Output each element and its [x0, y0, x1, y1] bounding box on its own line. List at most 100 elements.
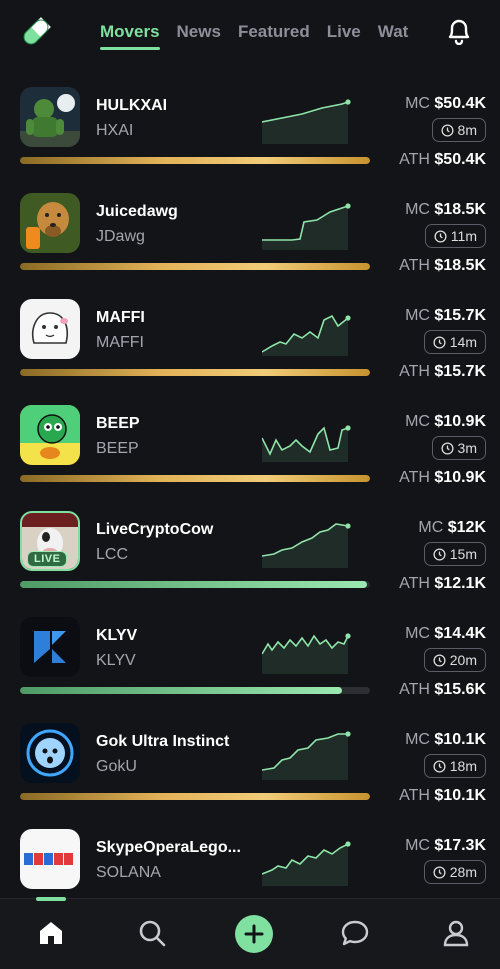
nav-home[interactable]: [33, 915, 69, 951]
all-time-high: ATH $15.7K: [399, 363, 486, 380]
all-time-high: ATH $10.1K: [399, 787, 486, 804]
market-cap: MC $15.7K: [405, 307, 486, 324]
clock-icon: [433, 335, 446, 349]
coin-ticker: JDawg: [96, 228, 145, 245]
nav-search[interactable]: [134, 915, 170, 951]
list-item[interactable]: HULKXAI HXAI MC $50.4K 8m ATH $50.4K: [0, 80, 500, 186]
list-item[interactable]: MAFFI MAFFI MC $15.7K 14m ATH $15.7K: [0, 292, 500, 398]
tab-news[interactable]: News: [177, 22, 221, 52]
progress-fill: [20, 263, 370, 270]
sparkline-chart: [262, 203, 351, 250]
age-badge: 28m: [423, 860, 486, 884]
clock-icon: [433, 547, 446, 561]
market-cap: MC $14.4K: [405, 625, 486, 642]
sparkline-chart: [262, 731, 351, 780]
sparkline-end-dot: [345, 315, 351, 321]
coin-name: BEEP: [96, 415, 140, 432]
age-badge: 14m: [423, 330, 486, 354]
sparkline-chart: [262, 633, 351, 674]
list-item[interactable]: Juicedawg JDawg MC $18.5K 11m ATH $18.5K: [0, 186, 500, 292]
age-badge: 20m: [423, 648, 486, 672]
coin-avatar: [20, 193, 80, 253]
sparkline-chart: [262, 314, 351, 356]
profile-icon: [443, 920, 469, 947]
coin-name: KLYV: [96, 627, 138, 644]
sparkline-area: [262, 524, 348, 568]
active-nav-indicator: [36, 897, 66, 901]
market-cap: MC $12K: [418, 519, 486, 536]
all-time-high: ATH $15.6K: [399, 681, 486, 698]
age-badge: 8m: [431, 118, 486, 142]
coin-name: HULKXAI: [96, 97, 168, 114]
sparkline-area: [262, 844, 348, 886]
age-badge: 18m: [423, 754, 486, 778]
progress-fill: [20, 581, 367, 588]
bonding-progress-bar: [20, 793, 370, 800]
coin-ticker: MAFFI: [96, 334, 144, 351]
clock-icon: [433, 865, 446, 879]
sparkline-area: [262, 428, 348, 462]
bonding-progress-bar: [20, 581, 370, 588]
age-badge: 15m: [423, 542, 486, 566]
list-item[interactable]: LIVE LiveCryptoCow LCC MC $12K 15m ATH $…: [0, 504, 500, 610]
bonding-progress-bar: [20, 263, 370, 270]
coin-avatar: [20, 405, 80, 465]
sparkline-end-dot: [345, 425, 351, 431]
age-badge: 11m: [424, 224, 486, 248]
list-item[interactable]: KLYV KLYV MC $14.4K 20m ATH $15.6K: [0, 610, 500, 716]
sparkline-area: [262, 734, 348, 780]
coin-name: LiveCryptoCow: [96, 521, 214, 538]
feed-tabs: Movers News Featured Live Wat: [100, 22, 420, 52]
progress-fill: [20, 369, 370, 376]
sparkline-end-dot: [345, 523, 351, 529]
sparkline-chart: [262, 841, 351, 886]
tab-movers[interactable]: Movers: [100, 22, 160, 52]
sparkline-chart: [262, 523, 351, 568]
market-cap: MC $10.9K: [405, 413, 486, 430]
bell-icon[interactable]: [446, 17, 472, 45]
sparkline-end-dot: [345, 99, 351, 105]
coin-name: Gok Ultra Instinct: [96, 733, 230, 750]
list-item[interactable]: BEEP BEEP MC $10.9K 3m ATH $10.9K: [0, 398, 500, 504]
nav-chat[interactable]: [337, 915, 373, 951]
live-badge: LIVE: [27, 551, 68, 567]
top-header: Movers News Featured Live Wat: [0, 0, 500, 64]
coin-name: MAFFI: [96, 309, 145, 326]
tab-featured[interactable]: Featured: [238, 22, 310, 52]
sparkline-chart: [262, 425, 351, 462]
progress-fill: [20, 157, 370, 164]
nav-profile[interactable]: [438, 915, 474, 951]
list-item[interactable]: Gok Ultra Instinct GokU MC $10.1K 18m AT…: [0, 716, 500, 822]
clock-icon: [441, 123, 454, 137]
search-icon: [139, 920, 166, 947]
tab-watchlist[interactable]: Wat: [378, 22, 409, 52]
coin-avatar: [20, 723, 80, 783]
market-cap: MC $50.4K: [405, 95, 486, 112]
plus-icon: [244, 924, 264, 944]
bonding-progress-bar: [20, 687, 370, 694]
clock-icon: [434, 229, 447, 243]
coin-avatar: [20, 299, 80, 359]
bottom-nav: [0, 897, 500, 969]
all-time-high: ATH $10.9K: [399, 469, 486, 486]
coin-avatar: [20, 87, 80, 147]
coin-ticker: SOLANA: [96, 864, 161, 881]
sparkline-area: [262, 102, 348, 144]
movers-list: HULKXAI HXAI MC $50.4K 8m ATH $50.4K Jui…: [0, 80, 500, 928]
bonding-progress-bar: [20, 369, 370, 376]
coin-ticker: LCC: [96, 546, 129, 563]
all-time-high: ATH $50.4K: [399, 151, 486, 168]
coin-avatar: [20, 617, 80, 677]
market-cap: MC $17.3K: [405, 837, 486, 854]
market-cap: MC $18.5K: [405, 201, 486, 218]
coin-ticker: BEEP: [96, 440, 139, 457]
create-coin-button[interactable]: [235, 915, 273, 953]
coin-name: Juicedawg: [96, 203, 178, 220]
sparkline-end-dot: [345, 203, 351, 209]
bonding-progress-bar: [20, 475, 370, 482]
progress-fill: [20, 687, 342, 694]
chat-icon: [341, 920, 369, 946]
coin-name: SkypeOperaLego...: [96, 839, 241, 856]
pill-logo-icon[interactable]: [18, 14, 54, 50]
tab-live[interactable]: Live: [327, 22, 361, 52]
